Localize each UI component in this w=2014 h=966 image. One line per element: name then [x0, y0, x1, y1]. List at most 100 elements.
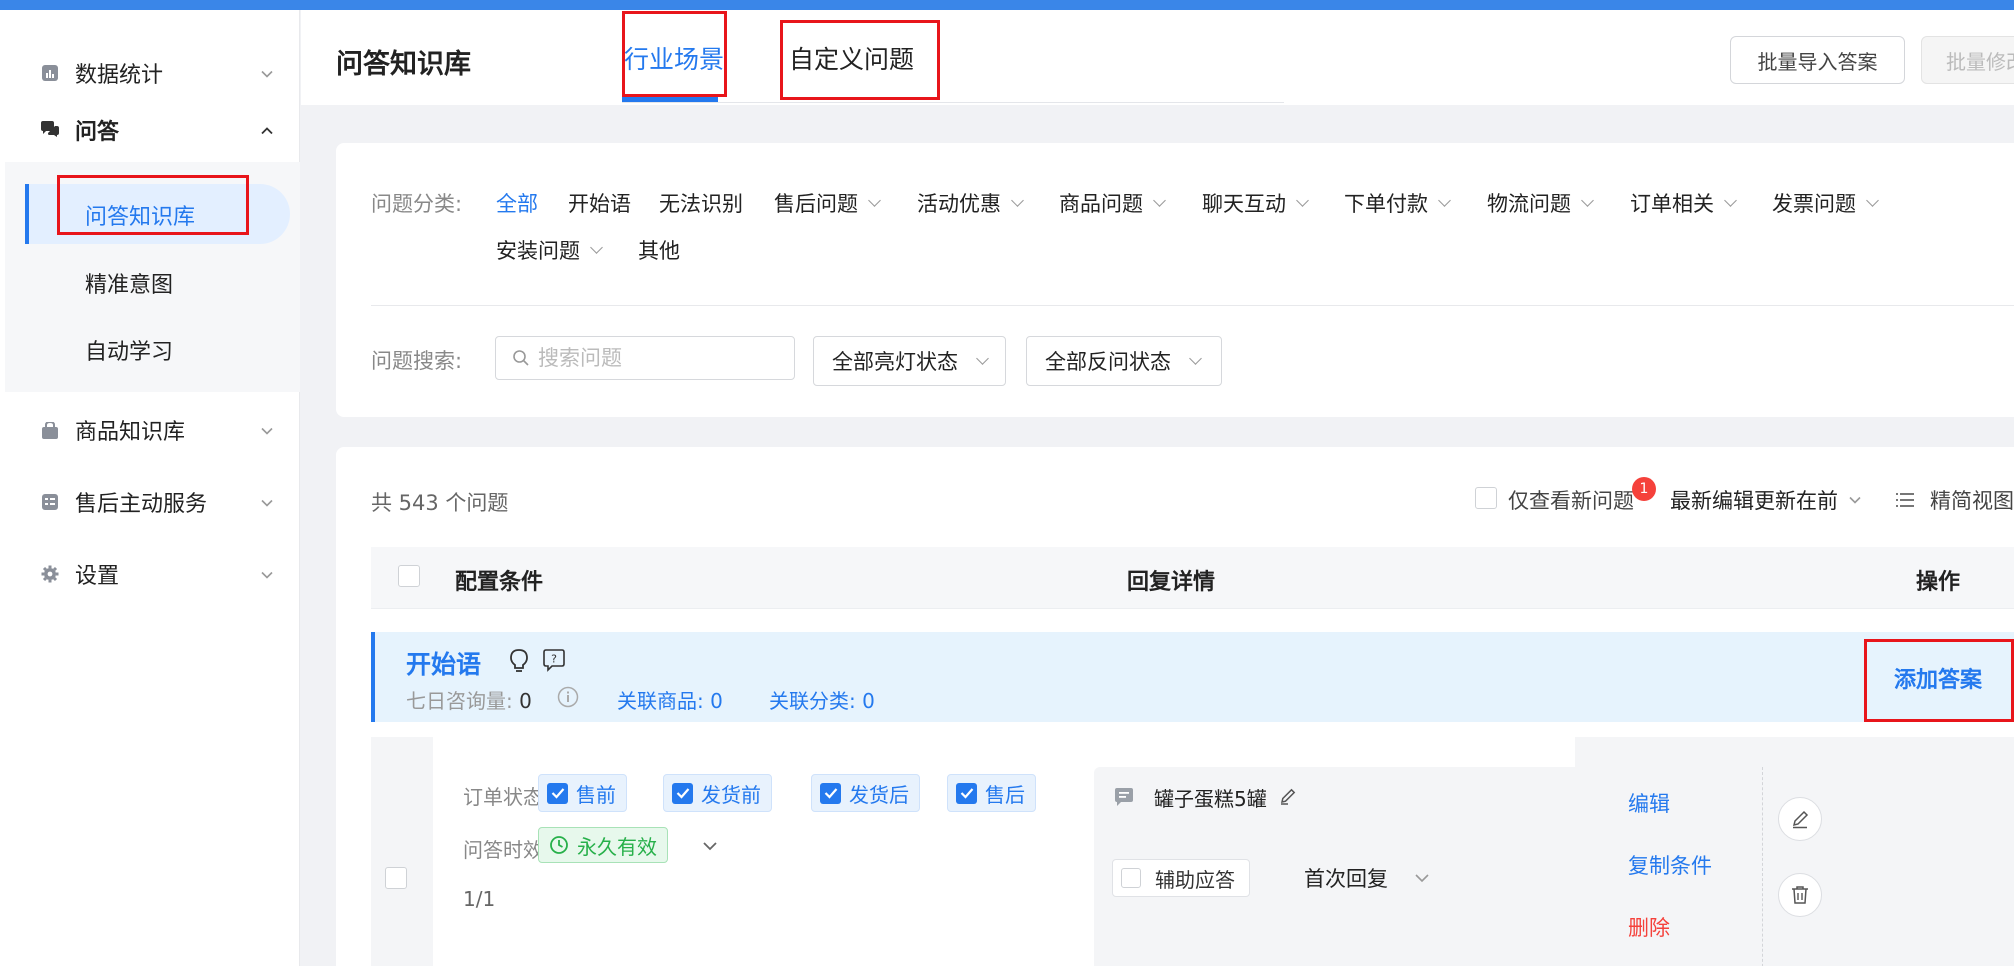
category-label: 订单相关	[1630, 192, 1714, 216]
question-list-panel: 共 543 个问题 仅查看新问题 1 最新编辑更新在前 精简视图 配置条件 回复…	[336, 447, 2014, 966]
order-status-tag[interactable]: 发货后	[811, 774, 920, 812]
column-header-conditions: 配置条件	[455, 570, 544, 595]
compact-view-toggle[interactable]: 精简视图	[1896, 485, 2014, 515]
stat-value: 0	[519, 689, 532, 713]
sidebar-item-goods-knowledge[interactable]: 商品知识库	[0, 400, 300, 460]
category-order-related[interactable]: 订单相关	[1630, 188, 1737, 218]
pencil-icon[interactable]	[1279, 787, 1297, 805]
chevron-down-icon	[1581, 193, 1594, 207]
assist-checkbox[interactable]	[1121, 868, 1141, 888]
delete-reply-button[interactable]	[1778, 873, 1822, 917]
chevron-down-icon	[260, 567, 274, 581]
category-invoice[interactable]: 发票问题	[1772, 188, 1879, 218]
row-checkbox[interactable]	[385, 867, 407, 889]
sidebar-subitem-qa-library[interactable]: 问答知识库	[25, 184, 290, 244]
tag-label: 发货后	[849, 782, 909, 807]
validity-label: 问答时效:	[463, 838, 550, 862]
tab-industry-scenes[interactable]: 行业场景	[624, 40, 724, 76]
answer-row: 订单状态: 售前 发货前 发货后 售后 问答时效: 永久有效 1/1 罐子蛋糕5…	[371, 737, 2014, 966]
category-label: 全部	[496, 192, 538, 216]
trash-icon	[1792, 886, 1808, 904]
sort-select[interactable]: 最新编辑更新在前	[1670, 485, 1862, 515]
reply-divider	[1762, 767, 1763, 966]
add-answer-button[interactable]: 添加答案	[1894, 662, 1982, 694]
category-installation[interactable]: 安装问题	[496, 235, 603, 265]
list-view-icon	[1896, 493, 1914, 507]
reverse-question-status-select[interactable]: 全部反问状态	[1026, 336, 1222, 386]
sidebar-item-settings[interactable]: 设置	[0, 544, 300, 604]
category-all[interactable]: 全部	[496, 188, 538, 218]
filter-panel: 问题分类: 全部 开始语 无法识别 售后问题 活动优惠 商品问题 聊天互动 下单…	[336, 143, 2014, 417]
question-group-row: 开始语 ? 七日咨询量: 0 关联商品: 0 关联分类: 0 添加答案	[371, 632, 2014, 722]
sidebar-item-label: 商品知识库	[75, 420, 186, 445]
chat-bubbles-icon	[40, 120, 60, 140]
reply-detail-box: 罐子蛋糕5罐 辅助应答 首次回复	[1094, 767, 1845, 966]
question-search-box[interactable]	[495, 336, 795, 380]
category-label: 商品问题	[1059, 192, 1143, 216]
category-label: 聊天互动	[1202, 192, 1286, 216]
stat-value: 0	[862, 689, 875, 713]
sidebar-item-qa[interactable]: 问答	[0, 100, 300, 160]
svg-text:?: ?	[551, 653, 557, 666]
order-status-tag[interactable]: 售后	[947, 774, 1036, 812]
message-icon	[1114, 787, 1134, 807]
select-all-checkbox[interactable]	[398, 565, 420, 587]
chevron-down-icon	[1724, 193, 1737, 207]
category-label: 其他	[638, 239, 680, 263]
chevron-down-icon	[976, 351, 989, 365]
chevron-down-icon	[1415, 874, 1429, 883]
edit-link[interactable]: 编辑	[1628, 788, 1670, 818]
chevron-down-icon	[1153, 193, 1166, 207]
view-label: 精简视图	[1930, 489, 2014, 513]
search-input[interactable]	[538, 346, 778, 370]
sidebar-subitem-label: 自动学习	[85, 340, 174, 365]
category-unrecognized[interactable]: 无法识别	[659, 188, 743, 218]
question-help-icon[interactable]: ?	[543, 648, 565, 672]
chevron-down-icon[interactable]	[701, 837, 719, 855]
info-icon[interactable]	[557, 686, 579, 708]
checkmark-icon	[547, 782, 568, 804]
sidebar-item-label: 数据统计	[75, 63, 164, 88]
category-label: 无法识别	[659, 192, 743, 216]
validity-tag[interactable]: 永久有效	[538, 827, 668, 863]
linked-categories-stat[interactable]: 关联分类: 0	[769, 685, 875, 714]
sidebar-subitem-auto-learning[interactable]: 自动学习	[25, 319, 290, 379]
answer-pagination: 1/1	[463, 887, 496, 911]
batch-edit-button[interactable]: 批量修改	[1921, 36, 2014, 84]
category-aftersale[interactable]: 售后问题	[774, 188, 881, 218]
assist-label: 辅助应答	[1155, 867, 1235, 892]
order-status-tag[interactable]: 发货前	[663, 774, 772, 812]
assist-reply-checkbox[interactable]: 辅助应答	[1112, 859, 1250, 897]
edit-reply-button[interactable]	[1778, 797, 1822, 841]
delete-link[interactable]: 删除	[1628, 912, 1670, 942]
light-status-select[interactable]: 全部亮灯状态	[813, 336, 1006, 386]
copy-conditions-link[interactable]: 复制条件	[1628, 850, 1712, 880]
category-product[interactable]: 商品问题	[1059, 188, 1166, 218]
question-total-count: 共 543 个问题	[371, 491, 509, 515]
category-order-payment[interactable]: 下单付款	[1344, 188, 1451, 218]
page-title: 问答知识库	[336, 49, 471, 80]
category-other[interactable]: 其他	[638, 235, 680, 265]
checkmark-icon	[956, 782, 977, 804]
category-chat[interactable]: 聊天互动	[1202, 188, 1309, 218]
sidebar-item-stats[interactable]: 数据统计	[0, 43, 300, 103]
week-consult-stat: 七日咨询量: 0	[406, 685, 532, 714]
reply-type-select[interactable]: 首次回复	[1304, 863, 1430, 893]
sidebar: 数据统计 问答 问答知识库 精准意图 自动学习 商品知识库 售后主动服务 设置	[0, 10, 300, 966]
sidebar-subitem-precise-intent[interactable]: 精准意图	[25, 252, 290, 312]
select-value: 全部亮灯状态	[832, 350, 958, 374]
sidebar-item-label: 售后主动服务	[75, 492, 208, 517]
lightbulb-icon[interactable]	[509, 648, 529, 674]
category-opening[interactable]: 开始语	[568, 188, 631, 218]
batch-import-answers-button[interactable]: 批量导入答案	[1730, 36, 1905, 84]
sidebar-item-aftersale-service[interactable]: 售后主动服务	[0, 472, 300, 532]
category-logistics[interactable]: 物流问题	[1487, 188, 1594, 218]
only-new-checkbox[interactable]	[1475, 487, 1497, 509]
linked-goods-stat[interactable]: 关联商品: 0	[617, 685, 723, 714]
order-status-label: 订单状态:	[463, 785, 550, 809]
category-label: 安装问题	[496, 239, 580, 263]
category-promotions[interactable]: 活动优惠	[917, 188, 1024, 218]
shopping-bag-icon	[40, 420, 60, 440]
tab-custom-questions[interactable]: 自定义问题	[789, 40, 914, 76]
order-status-tag[interactable]: 售前	[538, 774, 627, 812]
